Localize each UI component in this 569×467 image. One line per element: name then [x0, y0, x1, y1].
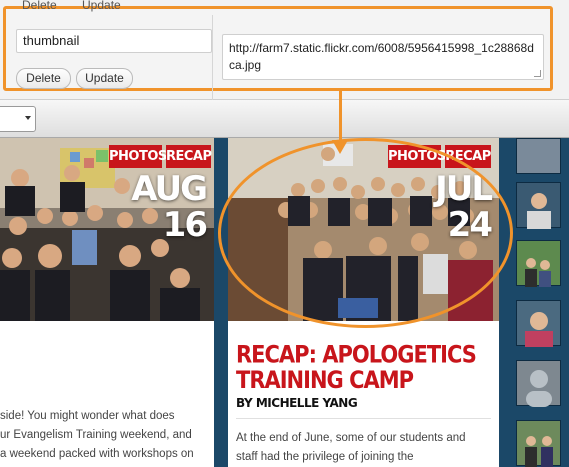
excerpt-line: side! You might wonder what does	[0, 410, 175, 422]
recap-tag[interactable]: RECAP	[166, 145, 212, 168]
post-month: AUG	[131, 169, 208, 209]
post-day: 16	[162, 205, 208, 245]
user-silhouette-icon	[526, 370, 552, 407]
callout-oval-highlight	[218, 138, 513, 328]
post-photo-left[interactable]: PHOTOS RECAP AUG 16	[0, 138, 214, 321]
resize-handle-icon[interactable]	[534, 70, 541, 77]
chevron-down-icon	[25, 116, 31, 120]
top-update-button[interactable]: Update	[82, 0, 121, 12]
post-title-link[interactable]: RECAP: APOLOGETICS TRAINING CAMP	[236, 342, 486, 393]
person-icon	[525, 312, 553, 347]
excerpt-line: staff had the privilege of joining the	[236, 451, 414, 463]
avatar[interactable]	[516, 182, 561, 229]
excerpt-line: a weekend packed with workshops on	[0, 448, 194, 460]
photo-icon	[525, 436, 553, 467]
excerpt-line: At the end of June, some of our students…	[236, 432, 466, 444]
post-byline: BY MICHELLE YANG	[236, 396, 358, 410]
sidebar-avatars	[512, 138, 569, 467]
column-divider	[212, 15, 213, 109]
post-card-left: PHOTOS RECAP AUG 16 side! You might wond…	[0, 138, 214, 467]
toolbar	[0, 100, 569, 138]
post-excerpt-left: side! You might wonder what does ur Evan…	[0, 407, 214, 464]
custom-field-row-highlight: Delete Update thumbnail Delete Update ht…	[3, 0, 553, 109]
post-title-line: TRAINING CAMP	[236, 366, 414, 394]
screenshot: Delete Update thumbnail Delete Update ht…	[0, 0, 569, 467]
default-avatar[interactable]	[516, 360, 561, 407]
update-button[interactable]: Update	[76, 68, 133, 89]
avatar[interactable]	[516, 420, 561, 467]
top-delete-button[interactable]: Delete	[22, 0, 57, 12]
avatar[interactable]	[516, 240, 561, 287]
post-title-line: RECAP: APOLOGETICS	[236, 340, 477, 369]
separator	[236, 418, 491, 419]
meta-value-textarea[interactable]: http://farm7.static.flickr.com/6008/5956…	[222, 34, 544, 80]
photos-tag[interactable]: PHOTOS	[109, 145, 167, 168]
post-excerpt-mid: At the end of June, some of our students…	[236, 429, 494, 467]
avatar[interactable]	[516, 138, 561, 174]
meta-value-text: http://farm7.static.flickr.com/6008/5956…	[229, 41, 534, 72]
excerpt-line: ur Evangelism Training weekend, and	[0, 429, 192, 441]
photo-icon	[525, 258, 551, 287]
meta-key-input[interactable]: thumbnail	[16, 29, 212, 53]
avatar[interactable]	[516, 300, 561, 347]
person-icon	[527, 193, 551, 229]
toolbar-dropdown[interactable]	[0, 106, 36, 132]
delete-button[interactable]: Delete	[16, 68, 71, 89]
